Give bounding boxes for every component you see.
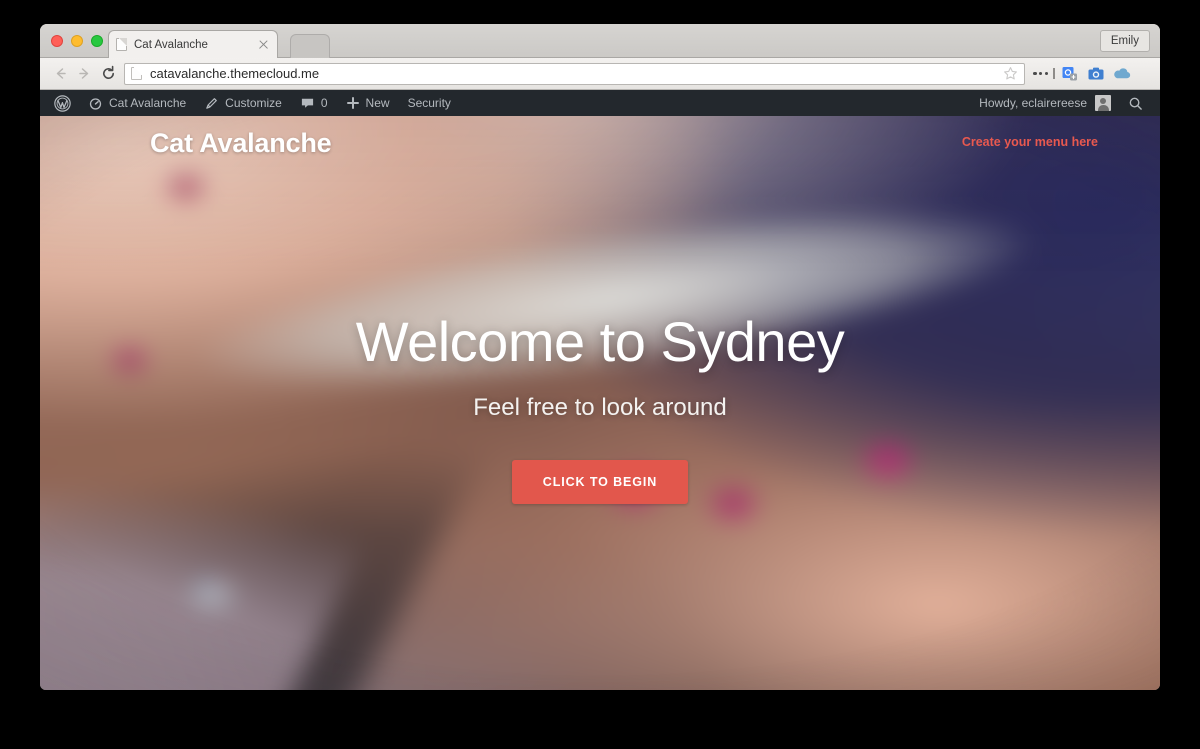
admin-bar-new[interactable]: New xyxy=(337,90,399,116)
admin-bar-customize[interactable]: Customize xyxy=(195,90,291,116)
new-label: New xyxy=(365,96,390,110)
tab-strip: Cat Avalanche Emily xyxy=(40,24,1160,58)
search-icon xyxy=(1128,96,1143,111)
customize-label: Customize xyxy=(225,96,282,110)
click-to-begin-button[interactable]: CLICK TO BEGIN xyxy=(511,460,689,505)
profile-button[interactable]: Emily xyxy=(1099,30,1150,52)
hero-section: Cat Avalanche Create your menu here Welc… xyxy=(40,116,1160,690)
reload-icon[interactable] xyxy=(96,62,120,86)
profile-label: Emily xyxy=(1110,35,1139,47)
admin-bar-howdy[interactable]: Howdy, eclairereese xyxy=(971,95,1119,111)
maximize-window-button[interactable] xyxy=(91,35,103,47)
menu-hamburger-icon[interactable] xyxy=(1135,62,1152,86)
admin-bar-site-name[interactable]: Cat Avalanche xyxy=(79,90,195,116)
howdy-label: Howdy, eclairereese xyxy=(979,96,1087,110)
url-text[interactable]: catavalanche.themecloud.me xyxy=(150,66,1003,81)
browser-tab[interactable]: Cat Avalanche xyxy=(108,30,278,58)
close-window-button[interactable] xyxy=(51,35,63,47)
more-dots-icon[interactable] xyxy=(1031,62,1057,86)
tab-title: Cat Avalanche xyxy=(134,38,208,51)
create-menu-link[interactable]: Create your menu here xyxy=(962,135,1098,149)
close-icon[interactable] xyxy=(257,38,270,51)
screenshot-camera-icon[interactable] xyxy=(1083,62,1109,86)
pencil-icon xyxy=(204,96,219,111)
avatar xyxy=(1095,95,1111,111)
hero-title: Welcome to Sydney xyxy=(355,310,845,373)
wp-admin-bar: Cat Avalanche Customize 0 New Security H… xyxy=(40,90,1160,116)
hero-subtitle: Feel free to look around xyxy=(473,394,727,422)
wordpress-logo-icon[interactable] xyxy=(46,90,79,116)
security-label: Security xyxy=(407,96,451,110)
plus-icon xyxy=(346,96,360,110)
forward-arrow-icon[interactable] xyxy=(72,62,96,86)
document-icon xyxy=(116,38,127,51)
back-arrow-icon[interactable] xyxy=(48,62,72,86)
site-brand-title[interactable]: Cat Avalanche xyxy=(150,128,332,159)
comment-bubble-icon xyxy=(300,96,315,110)
comments-count: 0 xyxy=(320,96,328,110)
window-controls xyxy=(51,35,103,47)
site-name-label: Cat Avalanche xyxy=(109,96,187,110)
page-document-icon xyxy=(131,67,142,80)
new-tab-button[interactable] xyxy=(290,34,330,58)
cloud-icon[interactable] xyxy=(1109,62,1135,86)
browser-toolbar: catavalanche.themecloud.me xyxy=(40,58,1160,90)
admin-bar-security[interactable]: Security xyxy=(399,90,460,116)
dashboard-icon xyxy=(88,96,103,111)
translate-extension-icon[interactable] xyxy=(1057,62,1083,86)
hero-content: Welcome to Sydney Feel free to look arou… xyxy=(40,310,1160,505)
minimize-window-button[interactable] xyxy=(71,35,83,47)
star-icon[interactable] xyxy=(1003,66,1018,81)
address-bar[interactable]: catavalanche.themecloud.me xyxy=(124,62,1025,85)
browser-window: Cat Avalanche Emily catavalanche.themecl… xyxy=(40,24,1160,690)
admin-bar-comments[interactable]: 0 xyxy=(291,90,337,116)
admin-bar-search[interactable] xyxy=(1119,90,1152,116)
